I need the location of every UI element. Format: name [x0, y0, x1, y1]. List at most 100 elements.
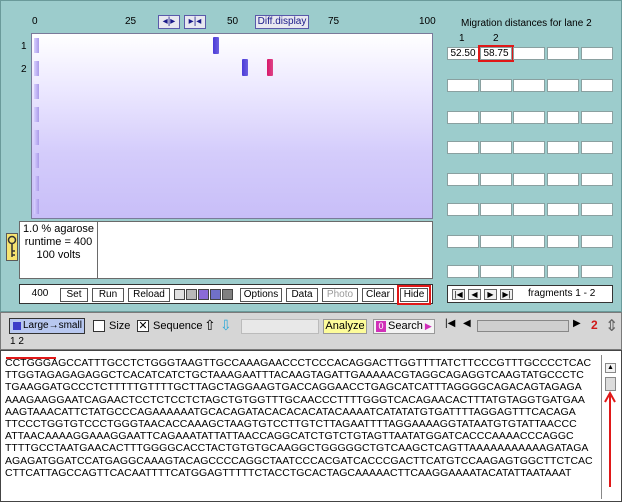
next-icon[interactable]: ▶ — [484, 289, 497, 300]
migration-cell[interactable] — [447, 111, 479, 124]
color-swatch[interactable] — [174, 289, 185, 300]
gel-canvas[interactable] — [31, 33, 433, 219]
color-swatch[interactable] — [222, 289, 233, 300]
clear-button[interactable]: Clear — [362, 288, 394, 302]
down-arrow-icon[interactable]: ⇩ — [220, 317, 232, 334]
search-arrow-icon: ▶ — [424, 321, 432, 331]
migration-cell[interactable] — [581, 203, 613, 216]
set-button[interactable]: Set — [60, 288, 88, 302]
migration-cell[interactable] — [480, 111, 512, 124]
color-swatch[interactable] — [198, 289, 209, 300]
migration-cell[interactable] — [581, 111, 613, 124]
key-icon[interactable] — [6, 233, 18, 261]
migration-cell[interactable] — [447, 141, 479, 154]
sequence-scrollbar[interactable]: ▲ — [601, 355, 619, 499]
migration-cell[interactable] — [447, 173, 479, 186]
options-button[interactable]: Options — [240, 288, 282, 302]
migration-cell[interactable] — [581, 141, 613, 154]
migration-cell[interactable] — [480, 173, 512, 186]
expand-lanes-button[interactable]: ◂|▸ — [158, 15, 180, 29]
migration-cell[interactable] — [513, 47, 545, 60]
migration-cell[interactable] — [547, 141, 579, 154]
scroll-up-icon[interactable]: ▲ — [605, 363, 616, 373]
sequence-input[interactable] — [241, 319, 319, 334]
ruler-tick-25: 25 — [125, 16, 137, 27]
hide-button[interactable]: Hide — [397, 285, 431, 305]
migration-cell[interactable] — [581, 79, 613, 92]
first-icon[interactable]: |◀ — [452, 289, 465, 300]
migration-cell[interactable]: 52.50 — [447, 47, 479, 60]
migration-cell[interactable] — [480, 265, 512, 278]
migration-cell[interactable] — [547, 79, 579, 92]
sequence-checkbox[interactable]: ✕ — [137, 320, 149, 332]
analyze-button[interactable]: Analyze — [323, 319, 367, 334]
lane-well — [34, 130, 39, 145]
migration-cell[interactable] — [480, 141, 512, 154]
sequence-panel: CCTGGGAGCCATTTGCCTCTGGGTAAGTTGCCAAAGAACC… — [0, 350, 622, 502]
migration-cell[interactable] — [513, 235, 545, 248]
migration-cell[interactable] — [547, 173, 579, 186]
reload-button[interactable]: Reload — [128, 288, 170, 302]
fragment-scrollbar[interactable] — [477, 320, 569, 332]
migration-cell[interactable] — [547, 265, 579, 278]
migration-cell[interactable] — [513, 111, 545, 124]
migration-cell[interactable] — [581, 235, 613, 248]
migration-cell[interactable] — [513, 79, 545, 92]
migration-cell[interactable]: 58.75 — [478, 45, 514, 62]
runtime-value[interactable]: 400 — [26, 288, 54, 302]
migration-cell[interactable] — [547, 203, 579, 216]
fragments-label: fragments 1 - 2 — [528, 288, 596, 299]
migration-cell[interactable] — [581, 265, 613, 278]
migration-cell[interactable] — [547, 111, 579, 124]
migration-cell[interactable] — [513, 141, 545, 154]
migration-cell[interactable] — [513, 265, 545, 278]
fragment-navigator: |◀ ◀ ▶ ▶| fragments 1 - 2 — [447, 285, 613, 303]
up-arrow-icon[interactable]: ⇧ — [204, 317, 216, 334]
prev-icon[interactable]: ◀ — [468, 289, 481, 300]
migration-cell[interactable] — [513, 203, 545, 216]
migration-cell[interactable] — [547, 235, 579, 248]
gel-panel: 0 25 50 75 100 ◂|▸ ▸|◂ Diff.display 1 2 — [0, 0, 622, 312]
search-button[interactable]: 0 Search ▶ — [373, 319, 435, 334]
color-swatch[interactable] — [186, 289, 197, 300]
last-icon[interactable]: ▶| — [500, 289, 513, 300]
gel-band[interactable] — [212, 37, 219, 54]
ruler-tick-100: 100 — [419, 16, 436, 27]
migration-cell[interactable] — [547, 47, 579, 60]
scroll-first-icon[interactable]: |◀ — [445, 318, 455, 329]
ruler-tick-0: 0 — [32, 16, 38, 27]
sequence-text[interactable]: CCTGGGAGCCATTTGCCTCTGGGTAAGTTGCCAAAGAACC… — [5, 357, 597, 479]
gel-band[interactable] — [266, 59, 273, 76]
migration-title: Migration distances for lane 2 — [461, 18, 592, 29]
search-label: Search — [388, 320, 423, 332]
migration-cell[interactable] — [480, 235, 512, 248]
size-label: Size — [109, 320, 131, 332]
lane-well — [34, 38, 39, 53]
red-up-arrow-icon — [604, 390, 616, 487]
migration-cell[interactable] — [447, 203, 479, 216]
migration-cell[interactable] — [447, 265, 479, 278]
resize-icon[interactable]: ⇕ — [605, 316, 618, 336]
photo-button[interactable]: Photo — [322, 288, 358, 302]
lane-number-2: 2 — [21, 64, 27, 75]
migration-cell[interactable] — [581, 173, 613, 186]
sequence-controls: Large→small Size ✕ Sequence ⇧ ⇩ Analyze … — [0, 312, 622, 350]
gel-info-box: 1.0 % agarose runtime = 400 100 volts — [19, 221, 433, 279]
migration-cell[interactable] — [480, 203, 512, 216]
migration-cell[interactable] — [480, 79, 512, 92]
run-button[interactable]: Run — [92, 288, 124, 302]
migration-cell[interactable] — [581, 47, 613, 60]
sort-order-button[interactable]: Large→small — [9, 318, 85, 334]
compress-lanes-button[interactable]: ▸|◂ — [184, 15, 206, 29]
migration-cell[interactable] — [447, 79, 479, 92]
migration-cell[interactable] — [447, 235, 479, 248]
migration-cell[interactable] — [513, 173, 545, 186]
diff-display-button[interactable]: Diff.display — [255, 15, 309, 29]
color-swatch[interactable] — [210, 289, 221, 300]
scroll-right-icon[interactable]: ▶ — [573, 318, 581, 329]
size-checkbox[interactable] — [93, 320, 105, 332]
lane-well — [34, 176, 39, 191]
scroll-left-icon[interactable]: ◀ — [463, 318, 471, 329]
data-button[interactable]: Data — [286, 288, 318, 302]
gel-band[interactable] — [242, 59, 249, 76]
